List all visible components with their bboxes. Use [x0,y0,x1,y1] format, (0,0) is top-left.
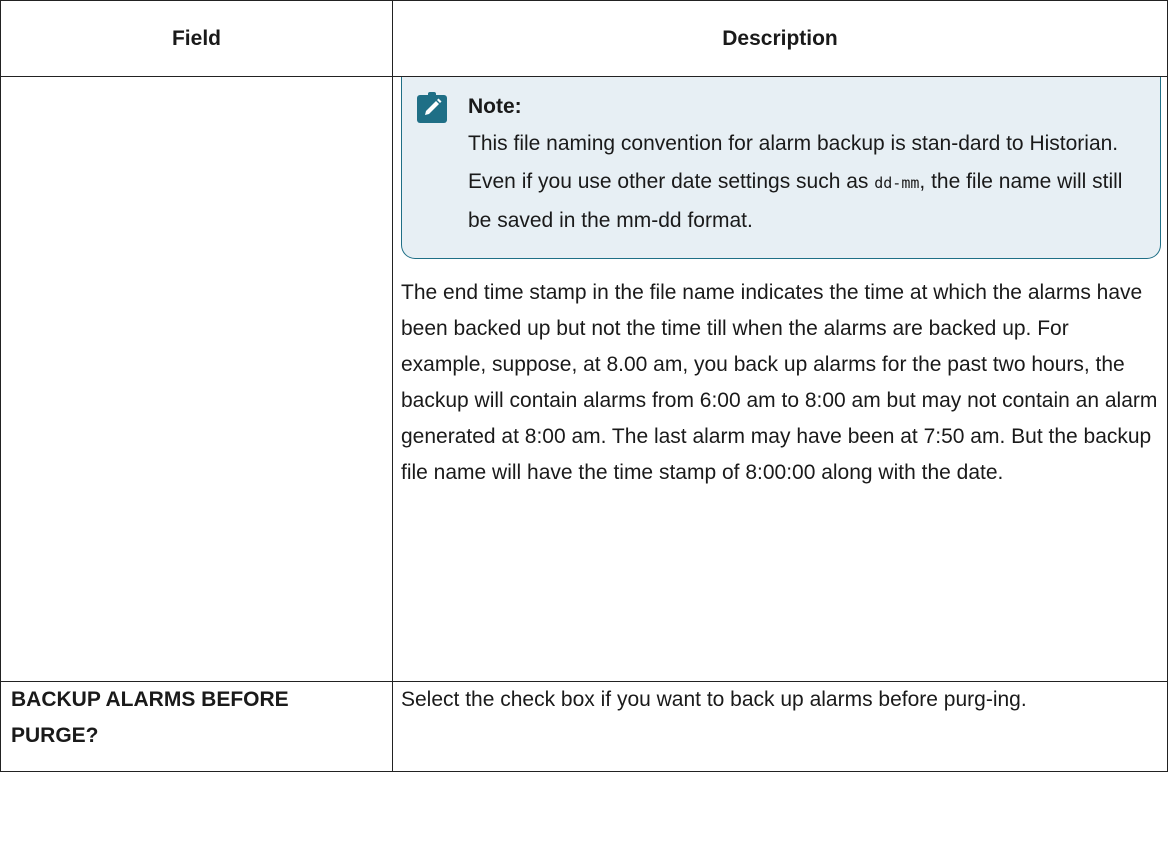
note-title: Note: [468,95,522,118]
header-row: Field Description [0,0,1168,77]
description-cell: Note: This file naming convention for al… [392,76,1168,682]
table-row: BACKUP ALARMS BEFORE PURGE? Select the c… [0,681,1168,772]
note-content: Note: This file naming convention for al… [468,89,1140,240]
note-callout: Note: This file naming convention for al… [401,77,1161,259]
pencil-note-icon [417,92,447,123]
description-backup-alarms: Select the check box if you want to back… [392,681,1168,772]
date-format-code: dd-mm [874,174,920,192]
field-column-header: Field [0,0,393,77]
description-column-header: Description [392,0,1168,77]
note-text: This file naming convention for alarm ba… [468,125,1140,240]
field-description-table: Field Description Note: This file naming… [0,0,1168,772]
field-name-backup-alarms: BACKUP ALARMS BEFORE PURGE? [0,681,393,772]
field-cell-empty [0,76,393,682]
timestamp-explanation-paragraph: The end time stamp in the file name indi… [401,281,1158,484]
table-row: Note: This file naming convention for al… [0,76,1168,682]
